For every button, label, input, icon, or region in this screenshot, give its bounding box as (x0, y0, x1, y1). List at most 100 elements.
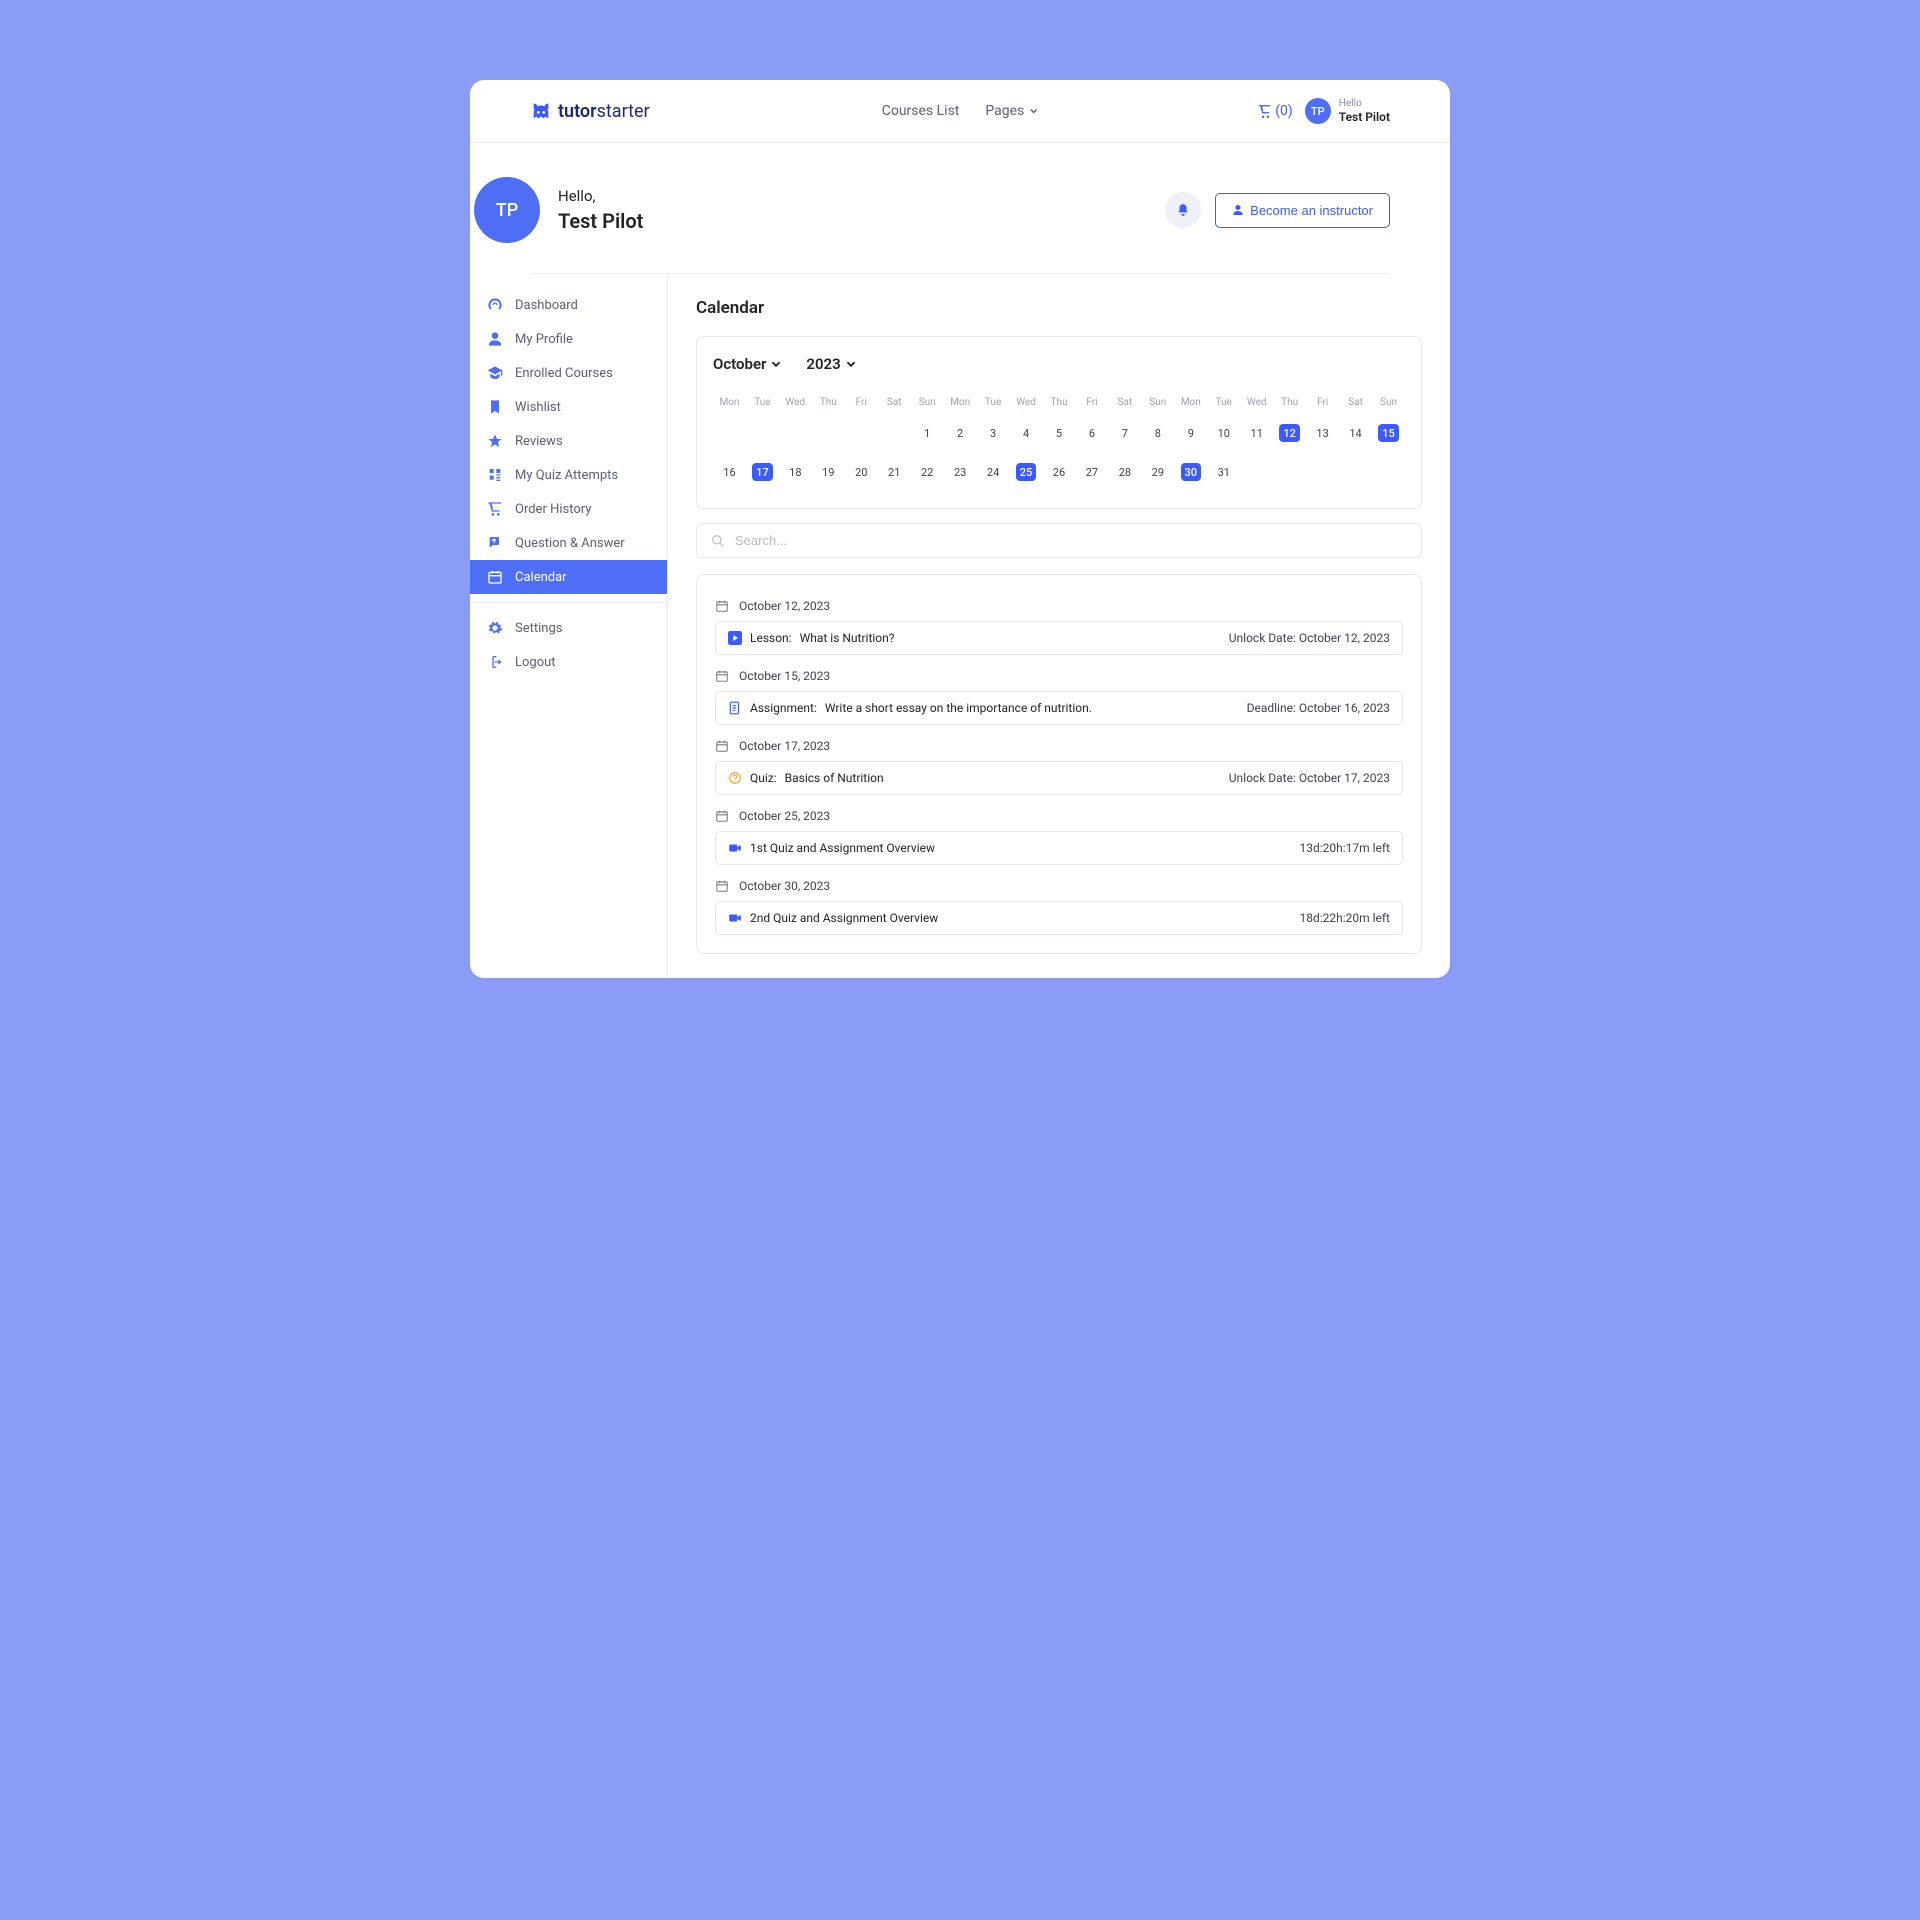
qa-icon (487, 535, 503, 551)
chevron-down-icon (845, 358, 857, 370)
weekday-label: Mon (1174, 393, 1207, 412)
sidebar-item-my-profile[interactable]: My Profile (470, 322, 667, 356)
calendar-day[interactable]: 17 (746, 457, 779, 490)
weekday-label: Tue (977, 393, 1010, 412)
calendar-day[interactable]: 1 (911, 418, 944, 451)
divider (470, 602, 667, 603)
calendar-day[interactable]: 8 (1141, 418, 1174, 451)
sidebar-item-enrolled-courses[interactable]: Enrolled Courses (470, 356, 667, 390)
play-icon (728, 631, 742, 645)
calendar-day[interactable]: 2 (944, 418, 977, 451)
calendar-icon (715, 669, 729, 683)
cart-button[interactable]: (0) (1257, 103, 1293, 119)
calendar-day[interactable]: 4 (1010, 418, 1043, 451)
calendar-day[interactable]: 11 (1240, 418, 1273, 451)
calendar-day[interactable]: 16 (713, 457, 746, 490)
weekday-label: Sun (911, 393, 944, 412)
event-title: Basics of Nutrition (785, 771, 884, 785)
calendar-day[interactable]: 21 (878, 457, 911, 490)
sidebar: Dashboard My Profile Enrolled Courses Wi… (470, 274, 668, 978)
calendar-day[interactable]: 18 (779, 457, 812, 490)
sidebar-item-wishlist[interactable]: Wishlist (470, 390, 667, 424)
chevron-down-icon (1028, 106, 1038, 116)
weekday-label: Tue (746, 393, 779, 412)
calendar-day[interactable]: 25 (1010, 457, 1043, 490)
calendar-day[interactable]: 20 (845, 457, 878, 490)
sidebar-item-question-answer[interactable]: Question & Answer (470, 526, 667, 560)
calendar-day[interactable]: 30 (1174, 457, 1207, 490)
sidebar-item-order-history[interactable]: Order History (470, 492, 667, 526)
calendar-day[interactable]: 9 (1174, 418, 1207, 451)
calendar-day[interactable]: 27 (1075, 457, 1108, 490)
event-row[interactable]: Lesson:What is Nutrition?Unlock Date: Oc… (715, 621, 1403, 655)
calendar-day (812, 418, 845, 451)
calendar-day[interactable]: 24 (977, 457, 1010, 490)
user-hello: Hello (1339, 98, 1390, 110)
event-date-header: October 25, 2023 (715, 809, 1403, 823)
nav-courses-list[interactable]: Courses List (882, 103, 960, 119)
calendar-day[interactable]: 31 (1207, 457, 1240, 490)
search-bar[interactable] (696, 523, 1422, 558)
notifications-button[interactable] (1165, 192, 1201, 228)
page-title: Calendar (696, 298, 1422, 318)
calendar-day[interactable]: 15 (1372, 418, 1405, 451)
event-row[interactable]: Quiz:Basics of NutritionUnlock Date: Oct… (715, 761, 1403, 795)
nav-pages[interactable]: Pages (985, 103, 1038, 119)
event-row[interactable]: 1st Quiz and Assignment Overview13d:20h:… (715, 831, 1403, 865)
calendar-day[interactable]: 22 (911, 457, 944, 490)
body: Dashboard My Profile Enrolled Courses Wi… (470, 274, 1450, 978)
logo[interactable]: tutorstarter (530, 100, 650, 122)
event-meta: Deadline: October 16, 2023 (1247, 701, 1390, 715)
event-meta: 18d:22h:20m left (1299, 911, 1390, 925)
graduation-icon (487, 365, 503, 381)
greeting: Hello, (558, 187, 643, 205)
weekday-label: Mon (713, 393, 746, 412)
event-date-header: October 30, 2023 (715, 879, 1403, 893)
sidebar-item-logout[interactable]: Logout (470, 645, 667, 679)
calendar-day (1273, 457, 1306, 490)
calendar-day[interactable]: 13 (1306, 418, 1339, 451)
calendar-day[interactable]: 19 (812, 457, 845, 490)
calendar-grid: MonTueWedThuFriSatSunMonTueWedThuFriSatS… (713, 393, 1405, 490)
calendar-day[interactable]: 10 (1207, 418, 1240, 451)
weekday-label: Sat (1339, 393, 1372, 412)
event-date-header: October 12, 2023 (715, 599, 1403, 613)
calendar-day[interactable]: 26 (1043, 457, 1076, 490)
sidebar-item-quiz-attempts[interactable]: My Quiz Attempts (470, 458, 667, 492)
user-icon (1232, 204, 1244, 216)
calendar-day[interactable]: 7 (1108, 418, 1141, 451)
star-icon (487, 433, 503, 449)
calendar-day[interactable]: 23 (944, 457, 977, 490)
calendar-day[interactable]: 6 (1075, 418, 1108, 451)
calendar-day[interactable]: 14 (1339, 418, 1372, 451)
event-date-header: October 17, 2023 (715, 739, 1403, 753)
sidebar-item-label: Calendar (515, 570, 567, 585)
year-select[interactable]: 2023 (806, 355, 856, 373)
sidebar-item-label: Order History (515, 502, 591, 517)
event-row[interactable]: Assignment:Write a short essay on the im… (715, 691, 1403, 725)
sidebar-item-dashboard[interactable]: Dashboard (470, 288, 667, 322)
sidebar-item-settings[interactable]: Settings (470, 611, 667, 645)
event-meta: Unlock Date: October 17, 2023 (1229, 771, 1390, 785)
calendar-day (1372, 457, 1405, 490)
chevron-down-icon (770, 358, 782, 370)
logo-bold: tutor (558, 101, 597, 122)
calendar-day[interactable]: 29 (1141, 457, 1174, 490)
calendar-day (1306, 457, 1339, 490)
user-menu[interactable]: TP Hello Test Pilot (1305, 98, 1390, 124)
app-window: tutorstarter Courses List Pages (0) TP H… (470, 80, 1450, 978)
calendar-day[interactable]: 3 (977, 418, 1010, 451)
event-title: 2nd Quiz and Assignment Overview (750, 911, 938, 925)
calendar-day[interactable]: 5 (1043, 418, 1076, 451)
event-date-header: October 15, 2023 (715, 669, 1403, 683)
become-instructor-button[interactable]: Become an instructor (1215, 193, 1390, 228)
event-row[interactable]: 2nd Quiz and Assignment Overview 18d:22h:… (715, 901, 1403, 935)
calendar-day[interactable]: 28 (1108, 457, 1141, 490)
sidebar-item-calendar[interactable]: Calendar (470, 560, 667, 594)
sidebar-item-reviews[interactable]: Reviews (470, 424, 667, 458)
user-icon (487, 331, 503, 347)
calendar-icon (715, 809, 729, 823)
calendar-day[interactable]: 12 (1273, 418, 1306, 451)
month-select[interactable]: October (713, 355, 782, 373)
search-input[interactable] (735, 533, 1407, 548)
